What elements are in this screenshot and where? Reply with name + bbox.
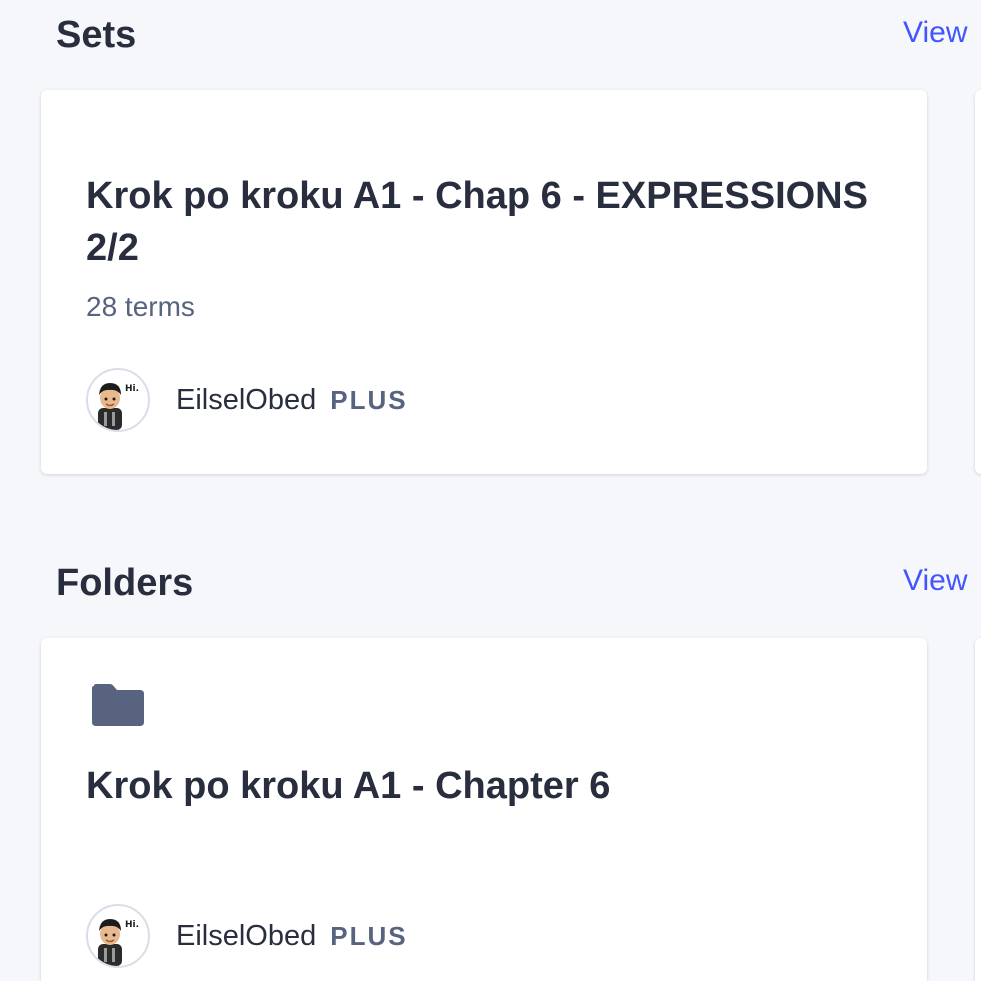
plus-badge: PLUS bbox=[330, 920, 408, 951]
author-name: EilselObed bbox=[176, 919, 317, 952]
sets-view-all-link[interactable]: View bbox=[903, 18, 967, 48]
library-screen: Sets View Krok po kroku A1 - Chap 6 - EX… bbox=[0, 0, 981, 981]
folder-author[interactable]: Hi. EilselObed PLUS bbox=[86, 904, 408, 968]
set-card-title: Krok po kroku A1 - Chap 6 - EXPRESSIONS … bbox=[86, 175, 868, 269]
avatar: Hi. bbox=[86, 904, 150, 968]
avatar-image-icon: Hi. bbox=[98, 919, 139, 966]
next-folder-card-peek[interactable] bbox=[975, 638, 981, 981]
avatar-image-icon: Hi. bbox=[98, 383, 139, 430]
avatar-text: Hi. bbox=[125, 384, 139, 394]
plus-badge: PLUS bbox=[330, 384, 408, 415]
set-author[interactable]: Hi. EilselObed PLUS bbox=[86, 368, 408, 432]
set-term-count: 28 terms bbox=[86, 291, 195, 322]
folders-view-all-link[interactable]: View bbox=[903, 566, 967, 596]
avatar-text: Hi. bbox=[125, 920, 139, 930]
folders-section-title: Folders bbox=[56, 562, 194, 604]
folder-icon bbox=[92, 684, 144, 726]
folder-card-title: Krok po kroku A1 - Chapter 6 bbox=[86, 765, 611, 807]
folder-card[interactable]: Krok po kroku A1 - Chapter 6 Hi. EilselO… bbox=[41, 638, 927, 981]
set-card[interactable]: Krok po kroku A1 - Chap 6 - EXPRESSIONS … bbox=[41, 90, 927, 474]
avatar: Hi. bbox=[86, 368, 150, 432]
author-name: EilselObed bbox=[176, 383, 317, 416]
next-set-card-peek[interactable] bbox=[975, 90, 981, 474]
sets-section-title: Sets bbox=[56, 14, 137, 56]
